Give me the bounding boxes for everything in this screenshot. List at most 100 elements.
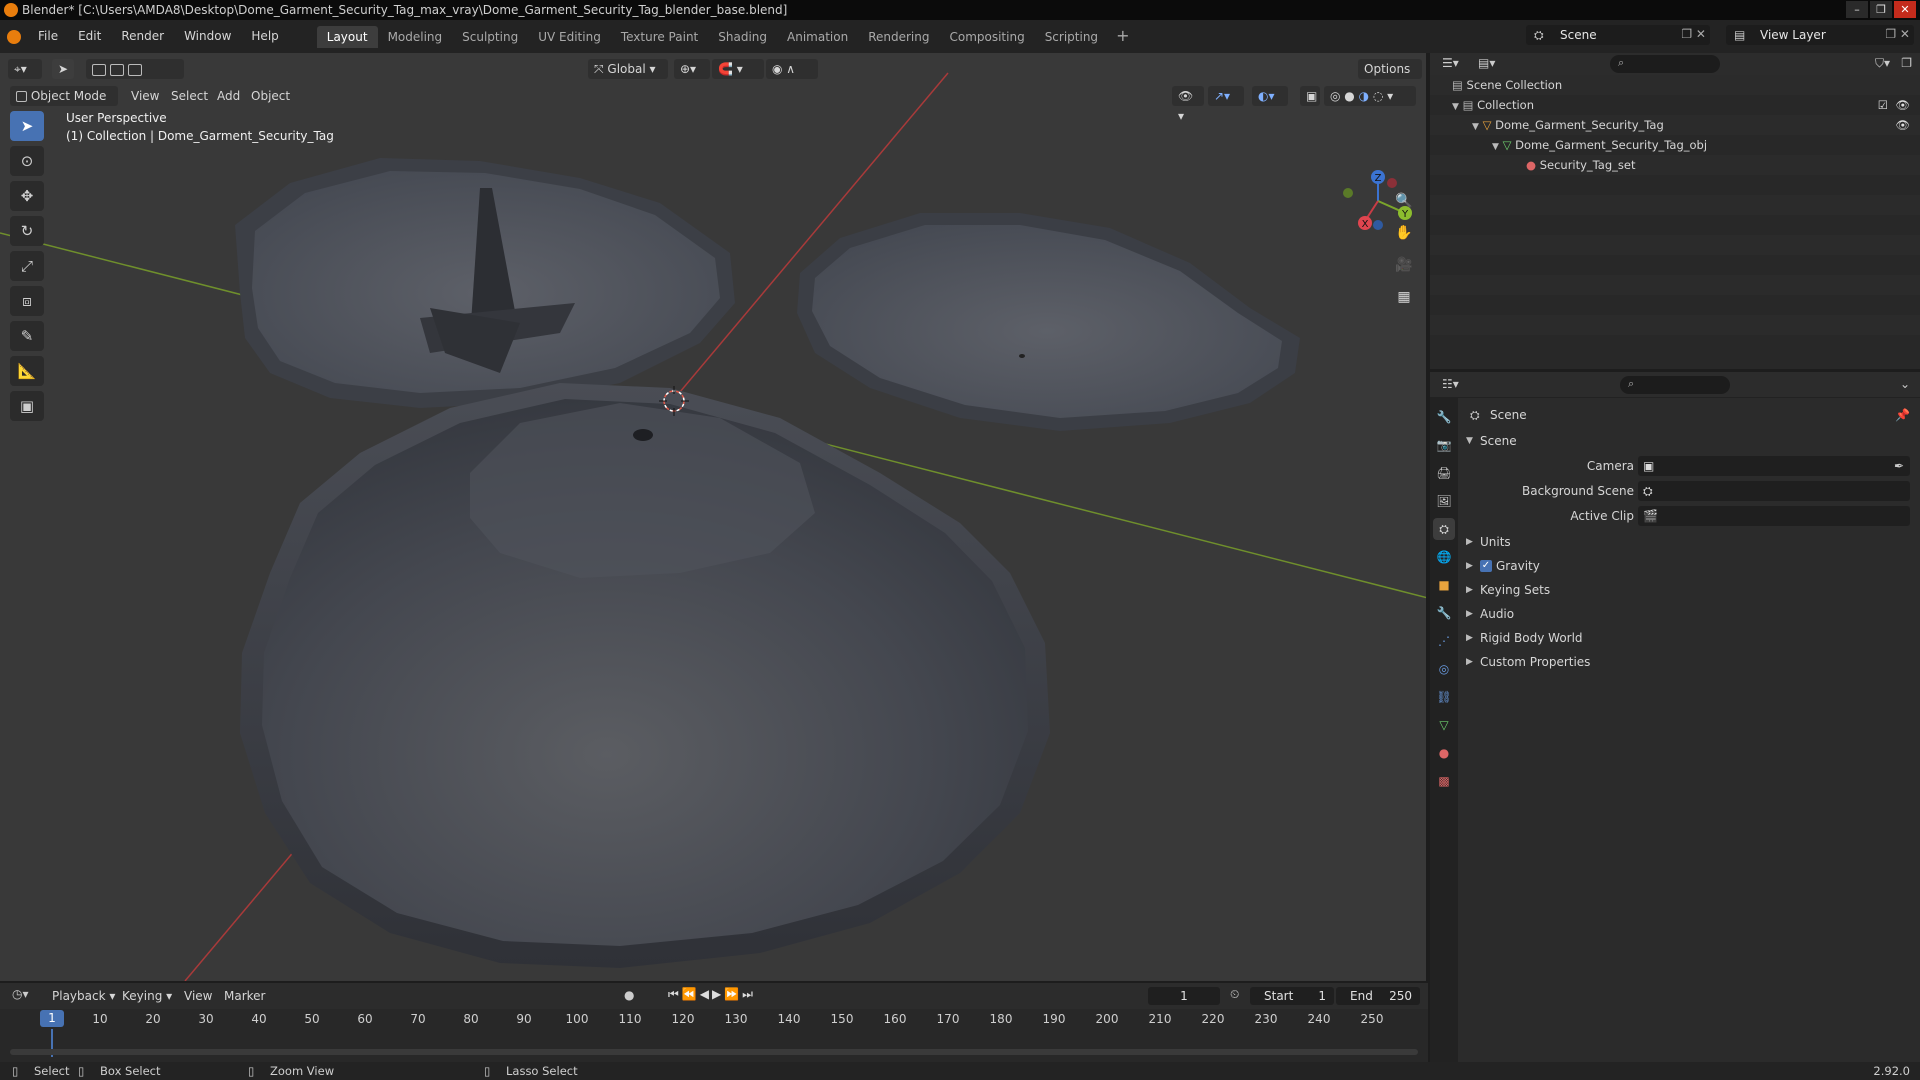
outliner-search-input[interactable]: ⌕ bbox=[1610, 55, 1720, 73]
filter-icon[interactable]: ⛉▾ bbox=[1875, 56, 1890, 71]
tree-row-scene-collection[interactable]: ▤ Scene Collection bbox=[1430, 75, 1920, 95]
add-workspace-button[interactable]: + bbox=[1108, 26, 1137, 48]
data-tab-icon[interactable]: ▽ bbox=[1433, 714, 1455, 736]
menu-keying[interactable]: Keying ▾ bbox=[122, 986, 172, 1006]
rotate-tool-icon[interactable]: ↻ bbox=[10, 216, 44, 246]
tab-animation[interactable]: Animation bbox=[777, 26, 858, 48]
tab-compositing[interactable]: Compositing bbox=[939, 26, 1034, 48]
tab-modeling[interactable]: Modeling bbox=[378, 26, 453, 48]
tab-uv-editing[interactable]: UV Editing bbox=[528, 26, 611, 48]
constraints-tab-icon[interactable]: ⛓ bbox=[1433, 686, 1455, 708]
right-bowl-mesh[interactable] bbox=[797, 213, 1300, 431]
properties-search-input[interactable]: ⌕ bbox=[1620, 376, 1730, 394]
scale-tool-icon[interactable]: ⤢ bbox=[10, 251, 44, 281]
tree-row-dome-object[interactable]: ▼ ▽ Dome_Garment_Security_Tag 👁 bbox=[1430, 115, 1920, 135]
scene-tab-icon[interactable]: ⛭ bbox=[1433, 518, 1455, 540]
pin-icon[interactable]: 📌 bbox=[1895, 404, 1910, 426]
pivot-point-icon[interactable]: ⊕▾ bbox=[674, 59, 710, 79]
background-scene-field[interactable]: ⛭ bbox=[1638, 481, 1910, 501]
texture-tab-icon[interactable]: ▩ bbox=[1433, 770, 1455, 792]
tab-texture-paint[interactable]: Texture Paint bbox=[611, 26, 708, 48]
output-tab-icon[interactable]: 🖨 bbox=[1433, 462, 1455, 484]
overlay-toggle-icon[interactable]: ◐▾ bbox=[1252, 86, 1288, 106]
timeline-scrollbar[interactable] bbox=[10, 1049, 1418, 1055]
viewport-menu-view[interactable]: View bbox=[131, 86, 159, 106]
subpanel-units[interactable]: ▶ Units bbox=[1458, 531, 1920, 553]
display-mode-icon[interactable]: ▤▾ bbox=[1478, 56, 1495, 70]
view-layer-new-icon[interactable]: ❐ ✕ bbox=[1885, 27, 1910, 41]
minimize-button[interactable]: – bbox=[1846, 1, 1868, 18]
panel-header-scene[interactable]: ▼ Scene bbox=[1458, 430, 1920, 452]
timeline-ruler[interactable]: 1 10 20 30 40 50 60 70 80 90 100 110 120… bbox=[0, 1009, 1428, 1029]
gizmo-toggle-icon[interactable]: ↗▾ bbox=[1208, 86, 1244, 106]
xray-toggle-icon[interactable]: ▣ bbox=[1300, 86, 1320, 106]
scene-new-icon[interactable]: ❐ ✕ bbox=[1681, 27, 1706, 41]
pan-hand-icon[interactable]: ✋ bbox=[1390, 225, 1418, 247]
transform-orientation-dropdown[interactable]: ⤧ Global ▾ bbox=[588, 59, 668, 79]
close-button[interactable]: ✕ bbox=[1894, 1, 1916, 18]
annotate-tool-icon[interactable]: ✎ bbox=[10, 321, 44, 351]
subpanel-rigid-body-world[interactable]: ▶ Rigid Body World bbox=[1458, 627, 1920, 649]
eye-icon[interactable]: 👁 bbox=[1895, 95, 1910, 115]
chevron-down-icon[interactable]: ⌄ bbox=[1900, 377, 1910, 391]
active-clip-field[interactable]: 🎬 bbox=[1638, 506, 1910, 526]
viewport-menu-select[interactable]: Select bbox=[171, 86, 208, 106]
menu-edit[interactable]: Edit bbox=[68, 20, 111, 53]
particles-tab-icon[interactable]: ⋰ bbox=[1433, 630, 1455, 652]
outliner-editor-icon[interactable]: ☰▾ bbox=[1442, 56, 1459, 70]
current-frame-field[interactable]: 1 bbox=[1148, 987, 1220, 1005]
subpanel-custom-properties[interactable]: ▶ Custom Properties bbox=[1458, 651, 1920, 673]
left-bowl-mesh[interactable] bbox=[235, 158, 735, 408]
physics-tab-icon[interactable]: ◎ bbox=[1433, 658, 1455, 680]
select-box-tool-icon[interactable]: ➤ bbox=[10, 111, 44, 141]
clock-icon[interactable]: ⏲ bbox=[1230, 987, 1239, 1002]
view-layer-selector[interactable]: ▤ View Layer ❐ ✕ bbox=[1726, 25, 1914, 45]
menu-file[interactable]: File bbox=[28, 20, 68, 53]
world-tab-icon[interactable]: 🌐 bbox=[1433, 546, 1455, 568]
view-layer-tab-icon[interactable]: 🖼 bbox=[1433, 490, 1455, 512]
viewport-menu-add[interactable]: Add bbox=[217, 86, 240, 106]
timeline-editor-icon[interactable]: ◷▾ bbox=[12, 987, 29, 1001]
menu-playback[interactable]: Playback ▾ bbox=[52, 986, 115, 1006]
record-icon[interactable]: ● bbox=[624, 988, 634, 1002]
tab-scripting[interactable]: Scripting bbox=[1035, 26, 1108, 48]
tab-shading[interactable]: Shading bbox=[708, 26, 777, 48]
cursor-tool-icon[interactable]: ⊙ bbox=[10, 146, 44, 176]
subpanel-audio[interactable]: ▶ Audio bbox=[1458, 603, 1920, 625]
camera-view-icon[interactable]: 🎥 bbox=[1390, 257, 1418, 279]
modifier-tab-icon[interactable]: 🔧 bbox=[1433, 602, 1455, 624]
new-collection-icon[interactable]: ❐ bbox=[1901, 56, 1912, 70]
shading-mode-buttons[interactable]: ◎ ● ◑ ◌ ▾ bbox=[1324, 86, 1416, 106]
ortho-grid-icon[interactable]: ▦ bbox=[1390, 289, 1418, 311]
tree-row-material[interactable]: ● Security_Tag_set bbox=[1430, 155, 1920, 175]
properties-editor-icon[interactable]: ☷▾ bbox=[1442, 377, 1459, 391]
expand-arrow-icon[interactable]: ▼ bbox=[1492, 142, 1499, 152]
tool-tab-icon[interactable]: 🔧 bbox=[1433, 406, 1455, 428]
tree-row-collection[interactable]: ▼ ▤ Collection ☑ 👁 bbox=[1430, 95, 1920, 115]
editor-type-button[interactable]: ⌖▾ bbox=[8, 59, 42, 79]
snap-icon[interactable]: 🧲 ▾ bbox=[712, 59, 764, 79]
menu-render[interactable]: Render bbox=[111, 20, 174, 53]
zoom-icon[interactable]: 🔍 bbox=[1390, 193, 1418, 215]
eyedropper-icon[interactable]: ✒ bbox=[1894, 455, 1904, 477]
viewport-menu-object[interactable]: Object bbox=[251, 86, 290, 106]
3d-viewport[interactable]: Z Y X ⌖▾ ➤ ⤧ Global ▾ ⊕▾ 🧲 ▾ ◉ ∧ Options… bbox=[0, 53, 1428, 981]
options-dropdown[interactable]: Options ▾ bbox=[1358, 59, 1422, 96]
tab-rendering[interactable]: Rendering bbox=[858, 26, 939, 48]
tool-select-icon[interactable]: ➤ bbox=[52, 59, 74, 79]
selection-mode-buttons[interactable] bbox=[86, 59, 184, 79]
tab-sculpting[interactable]: Sculpting bbox=[452, 26, 528, 48]
subpanel-keying-sets[interactable]: ▶ Keying Sets bbox=[1458, 579, 1920, 601]
menu-window[interactable]: Window bbox=[174, 20, 241, 53]
visibility-icon[interactable]: 👁▾ bbox=[1172, 86, 1204, 123]
blender-menu-icon[interactable] bbox=[0, 20, 28, 53]
proportional-edit-icon[interactable]: ◉ ∧ bbox=[766, 59, 818, 79]
render-tab-icon[interactable]: 📷 bbox=[1433, 434, 1455, 456]
gravity-checkbox[interactable]: ✓ bbox=[1480, 560, 1492, 572]
maximize-button[interactable]: ❐ bbox=[1870, 1, 1892, 18]
measure-tool-icon[interactable]: 📐 bbox=[10, 356, 44, 386]
menu-help[interactable]: Help bbox=[241, 20, 288, 53]
object-tab-icon[interactable]: ■ bbox=[1433, 574, 1455, 596]
material-tab-icon[interactable]: ● bbox=[1433, 742, 1455, 764]
frame-cursor[interactable]: 1 bbox=[40, 1010, 64, 1027]
